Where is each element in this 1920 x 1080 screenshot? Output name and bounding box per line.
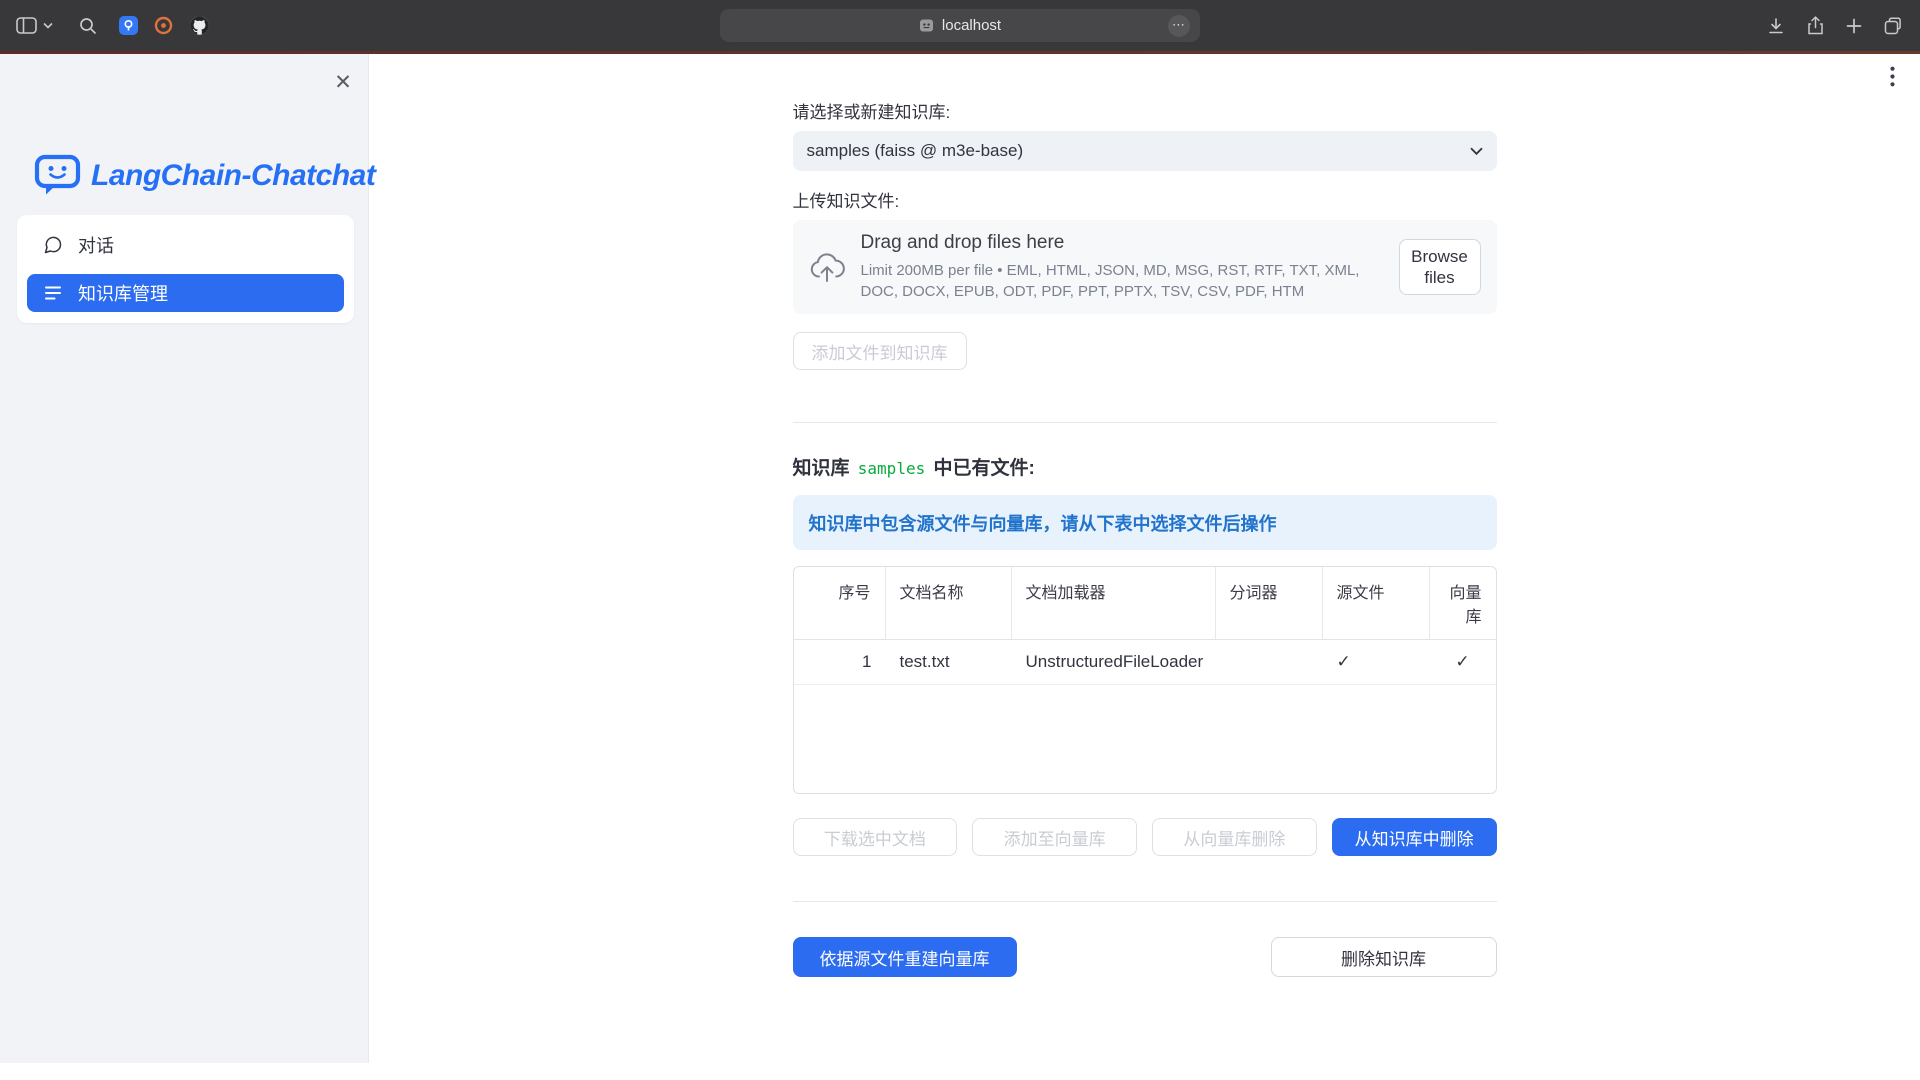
- select-chevron-icon: [1470, 147, 1483, 155]
- new-tab-icon[interactable]: [1846, 18, 1862, 34]
- sidebar-close-icon[interactable]: ✕: [330, 70, 356, 96]
- logo-text: LangChain-Chatchat: [91, 159, 375, 193]
- table-row[interactable]: 1 test.txt UnstructuredFileLoader ✓ ✓: [794, 640, 1496, 685]
- table-header-cell[interactable]: 向量库: [1430, 567, 1496, 640]
- kb-select-label: 请选择或新建知识库:: [793, 98, 1497, 123]
- sidebar-item-label: 知识库管理: [78, 280, 168, 306]
- kb-select-value: samples (faiss @ m3e-base): [807, 141, 1024, 161]
- extension-icon-orange[interactable]: [154, 16, 173, 35]
- table-header-cell[interactable]: 文档名称: [886, 567, 1012, 640]
- download-icon[interactable]: [1767, 17, 1785, 35]
- sidebar-toggle-icon[interactable]: [16, 17, 37, 34]
- table-cell-splitter: [1216, 640, 1323, 685]
- table-header-cell[interactable]: 序号: [794, 567, 886, 640]
- url-more-icon[interactable]: ⋯: [1168, 15, 1190, 37]
- sidebar-item-kb[interactable]: 知识库管理: [27, 274, 344, 312]
- files-table: 序号 文档名称 文档加载器 分词器 源文件 向量库 1 test.txt Uns…: [793, 566, 1497, 794]
- file-actions-row: 下载选中文档 添加至向量库 从向量库删除 从知识库中删除: [793, 818, 1497, 856]
- extension-icon-blue[interactable]: [119, 16, 138, 35]
- kb-actions-row: 依据源文件重建向量库 删除知识库: [793, 937, 1497, 977]
- chevron-down-icon[interactable]: [43, 22, 53, 29]
- search-icon[interactable]: [79, 17, 97, 35]
- sidebar-item-chat[interactable]: 对话: [27, 226, 344, 264]
- kb-icon: [43, 283, 63, 303]
- sidebar: ✕ LangChain-Chatchat 对话: [0, 54, 369, 1063]
- delete-kb-button[interactable]: 删除知识库: [1271, 937, 1497, 977]
- table-cell-source: ✓: [1323, 640, 1430, 685]
- nav-card: 对话 知识库管理: [17, 215, 354, 323]
- tabs-icon[interactable]: [1884, 17, 1902, 35]
- file-dropzone[interactable]: Drag and drop files here Limit 200MB per…: [793, 220, 1497, 314]
- dropzone-title: Drag and drop files here: [861, 232, 1383, 254]
- table-header-row: 序号 文档名称 文档加载器 分词器 源文件 向量库: [794, 567, 1496, 640]
- remove-from-vector-button[interactable]: 从向量库删除: [1152, 818, 1317, 856]
- app-logo: LangChain-Chatchat: [34, 154, 375, 198]
- delete-from-kb-button[interactable]: 从知识库中删除: [1332, 818, 1497, 856]
- table-header-cell[interactable]: 源文件: [1323, 567, 1430, 640]
- kb-name-code: samples: [855, 459, 928, 478]
- browser-chrome: localhost ⋯: [0, 0, 1920, 51]
- dropzone-limit: Limit 200MB per file • EML, HTML, JSON, …: [861, 260, 1383, 303]
- table-cell-filename: test.txt: [886, 640, 1012, 685]
- table-cell-index: 1: [794, 640, 886, 685]
- upload-cloud-icon: [809, 252, 845, 283]
- divider: [793, 901, 1497, 902]
- table-cell-vector: ✓: [1430, 640, 1496, 685]
- site-favicon: [919, 18, 934, 33]
- kb-select[interactable]: samples (faiss @ m3e-base): [793, 131, 1497, 171]
- browse-files-button[interactable]: Browse files: [1399, 239, 1481, 296]
- logo-icon: [34, 154, 81, 198]
- add-to-vector-button[interactable]: 添加至向量库: [972, 818, 1137, 856]
- download-selected-button[interactable]: 下载选中文档: [793, 818, 958, 856]
- divider: [793, 422, 1497, 423]
- url-bar[interactable]: localhost ⋯: [720, 9, 1200, 42]
- main-content: 请选择或新建知识库: samples (faiss @ m3e-base) 上传…: [369, 0, 1920, 977]
- files-heading: 知识库 samples 中已有文件:: [793, 453, 1497, 480]
- app-menu-icon[interactable]: [1878, 62, 1906, 90]
- url-text: localhost: [942, 17, 1001, 34]
- table-header-cell[interactable]: 文档加载器: [1012, 567, 1216, 640]
- info-banner: 知识库中包含源文件与向量库，请从下表中选择文件后操作: [793, 495, 1497, 550]
- table-header-cell[interactable]: 分词器: [1216, 567, 1323, 640]
- sidebar-item-label: 对话: [78, 232, 114, 258]
- github-icon[interactable]: [189, 15, 210, 36]
- page-accent-line: [0, 51, 1920, 54]
- upload-label: 上传知识文件:: [793, 187, 1497, 212]
- table-empty-area: [794, 685, 1496, 793]
- share-icon[interactable]: [1807, 16, 1824, 35]
- add-files-button[interactable]: 添加文件到知识库: [793, 332, 967, 370]
- table-cell-loader: UnstructuredFileLoader: [1012, 640, 1216, 685]
- chat-icon: [43, 235, 63, 255]
- rebuild-vector-button[interactable]: 依据源文件重建向量库: [793, 937, 1017, 977]
